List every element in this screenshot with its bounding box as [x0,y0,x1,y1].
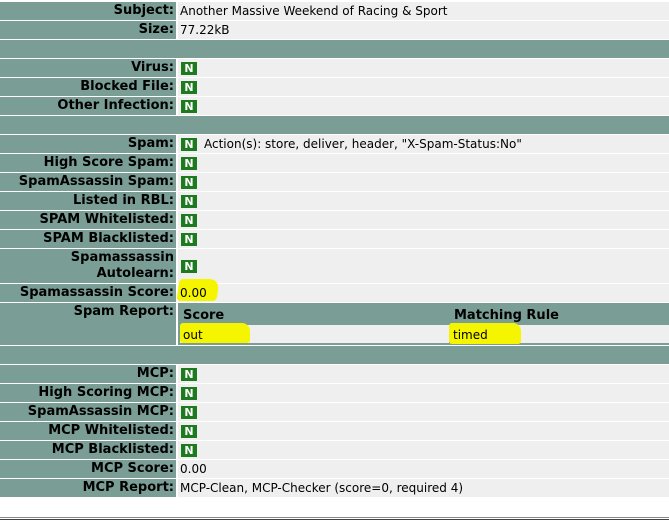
spam-report-label: Spam Report: [0,303,176,345]
spam-report-rule-text: timed [453,328,488,342]
spam-report-score-header: Score [180,306,449,324]
subject-row: Subject: Another Massive Weekend of Raci… [0,2,669,20]
spamassassin-spam-value [178,173,669,191]
spamassassin-autolearn-row: Spamassassin Autolearn: N [0,249,669,283]
spamassassin-mcp-status-badge: N [181,406,197,419]
mcp-blacklisted-value [178,441,669,459]
mcp-whitelisted-label: MCP Whitelisted: [0,422,176,440]
spamassassin-score-text: 0.00 [180,286,207,300]
mcp-blacklisted-status-badge: N [181,444,197,457]
spam-whitelisted-status-badge: N [181,214,197,227]
mcp-score-label: MCP Score: [0,460,176,478]
high-scoring-mcp-label: High Scoring MCP: [0,384,176,402]
spamassassin-spam-status-badge: N [181,176,197,189]
spam-whitelisted-row: SPAM Whitelisted: N [0,211,669,229]
blocked-file-row: Blocked File: N [0,78,669,96]
virus-row: Virus: N [0,59,669,77]
virus-label: Virus: [0,59,176,77]
spamassassin-score-value [178,284,669,302]
other-infection-row: Other Infection: N [0,97,669,115]
mcp-score-value: 0.00 [178,460,669,478]
high-score-spam-value [178,154,669,172]
mcp-blacklisted-row: MCP Blacklisted: N [0,441,669,459]
mcp-status-badge: N [181,368,197,381]
mcp-whitelisted-status-badge: N [181,425,197,438]
section-separator [0,116,669,134]
spamassassin-spam-label: SpamAssassin Spam: [0,173,176,191]
mcp-row: MCP: N [0,365,669,383]
high-scoring-mcp-value [178,384,669,402]
high-scoring-mcp-status-badge: N [181,387,197,400]
high-scoring-mcp-row: High Scoring MCP: N [0,384,669,402]
horizontal-rule [0,517,669,518]
section-separator [0,346,669,364]
spamassassin-score-row: Spamassassin Score: [0,284,669,302]
other-infection-value [178,97,669,115]
spam-blacklisted-value [178,230,669,248]
listed-in-rbl-status-badge: N [181,195,197,208]
spam-report-rule-header: Matching Rule [451,306,669,324]
mcp-report-label: MCP Report: [0,479,176,497]
spam-status-badge: N [181,138,197,151]
mcp-whitelisted-value [178,422,669,440]
mcp-value [178,365,669,383]
listed-in-rbl-label: Listed in RBL: [0,192,176,210]
blocked-file-status-badge: N [181,81,197,94]
size-row: Size: 77.22kB [0,21,669,39]
mcp-blacklisted-label: MCP Blacklisted: [0,441,176,459]
spam-blacklisted-status-badge: N [181,233,197,246]
spamassassin-mcp-row: SpamAssassin MCP: N [0,403,669,421]
mcp-whitelisted-row: MCP Whitelisted: N [0,422,669,440]
subject-value: Another Massive Weekend of Racing & Spor… [178,2,669,20]
horizontal-rule [0,519,669,520]
size-value: 77.22kB [178,21,669,39]
high-score-spam-row: High Score Spam: N [0,154,669,172]
spam-blacklisted-label: SPAM Blacklisted: [0,230,176,248]
high-score-spam-status-badge: N [181,157,197,170]
virus-status-badge: N [181,62,197,75]
mcp-score-row: MCP Score: 0.00 [0,460,669,478]
spam-blacklisted-row: SPAM Blacklisted: N [0,230,669,248]
mcp-report-value: MCP-Clean, MCP-Checker (score=0, require… [178,479,669,497]
high-score-spam-label: High Score Spam: [0,154,176,172]
other-infection-status-badge: N [181,100,197,113]
section-separator [0,40,669,58]
size-label: Size: [0,21,176,39]
spamassassin-mcp-value [178,403,669,421]
spamassassin-autolearn-status-badge: N [181,260,197,273]
spam-whitelisted-label: SPAM Whitelisted: [0,211,176,229]
listed-in-rbl-value [178,192,669,210]
spamassassin-autolearn-label: Spamassassin Autolearn: [0,249,176,283]
spam-label: Spam: [0,135,176,153]
spam-whitelisted-value [178,211,669,229]
mcp-report-row: MCP Report: MCP-Clean, MCP-Checker (scor… [0,479,669,497]
spam-value: Action(s): store, deliver, header, "X-Sp… [178,135,669,153]
blocked-file-label: Blocked File: [0,78,176,96]
spamassassin-spam-row: SpamAssassin Spam: N [0,173,669,191]
mcp-label: MCP: [0,365,176,383]
other-infection-label: Other Infection: [0,97,176,115]
virus-value [178,59,669,77]
listed-in-rbl-row: Listed in RBL: N [0,192,669,210]
spam-report-score-text: out [183,328,203,342]
spamassassin-score-label: Spamassassin Score: [0,284,176,302]
spamassassin-mcp-label: SpamAssassin MCP: [0,403,176,421]
spam-row: Spam: Action(s): store, deliver, header,… [0,135,669,153]
blocked-file-value [178,78,669,96]
spamassassin-autolearn-value [178,249,669,283]
subject-label: Subject: [0,2,176,20]
